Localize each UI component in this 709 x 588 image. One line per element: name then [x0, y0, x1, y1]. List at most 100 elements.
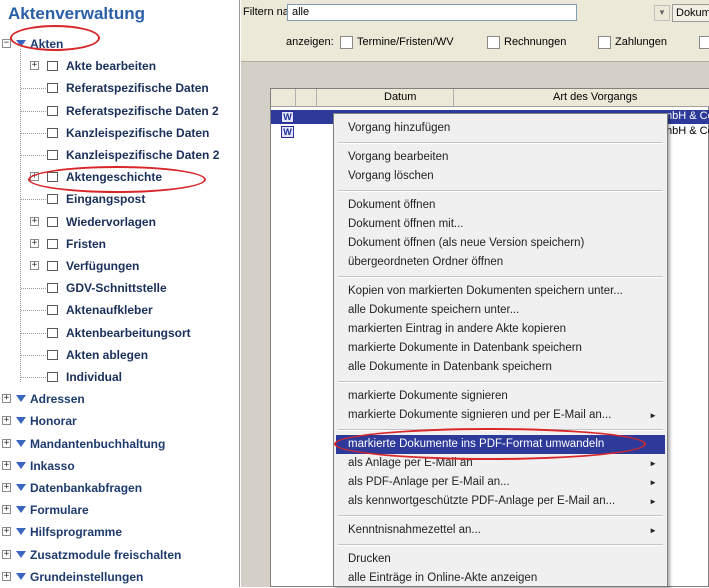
- tree-item-top[interactable]: + Honorar: [0, 410, 239, 432]
- tree-child-item[interactable]: + Akte bearbeiten: [0, 55, 239, 77]
- expand-icon[interactable]: +: [30, 61, 39, 71]
- context-menu-item[interactable]: übergeordneten Ordner öffnen: [336, 253, 665, 272]
- checkbox-rechnungen[interactable]: [487, 36, 500, 49]
- menu-item-label: Dokument öffnen mit...: [348, 218, 464, 230]
- expand-icon[interactable]: +: [30, 172, 39, 182]
- expand-icon[interactable]: +: [2, 394, 11, 404]
- filter-input[interactable]: alle: [287, 4, 577, 21]
- tree-item-top[interactable]: + Formulare: [0, 499, 239, 521]
- tree-child-label: Aktenaufkleber: [66, 303, 153, 318]
- expand-icon[interactable]: +: [2, 483, 11, 492]
- context-menu-item[interactable]: als kennwortgeschützte PDF-Anlage per E-…: [336, 492, 665, 511]
- tree-item-label: Akten: [30, 37, 64, 51]
- context-menu-item[interactable]: Kopien von markierten Dokumenten speiche…: [336, 282, 665, 301]
- context-menu-item[interactable]: markierte Dokumente in Datenbank speiche…: [336, 339, 665, 358]
- checkbox-zahlungen-label[interactable]: Zahlungen: [615, 36, 667, 48]
- tree-item-top[interactable]: + Zusatzmodule freischalten: [0, 544, 239, 566]
- expand-icon[interactable]: +: [2, 527, 11, 537]
- tree-item-label: Datenbankabfragen: [30, 481, 143, 495]
- context-menu-item[interactable]: Dokument öffnen: [336, 196, 665, 215]
- tree-item-label: Honorar: [30, 414, 77, 429]
- page-icon: [47, 349, 58, 360]
- menu-item-label: Vorgang löschen: [348, 170, 434, 182]
- tree-connector: [21, 155, 46, 156]
- checkbox-extra[interactable]: [699, 36, 709, 49]
- menu-item-label: markierte Dokumente in Datenbank speiche…: [348, 342, 582, 354]
- context-menu-item[interactable]: Vorgang löschen: [336, 167, 665, 186]
- tree-child-item[interactable]: + Wiedervorlagen: [0, 211, 239, 233]
- tree-child-label: GDV-Schnittstelle: [66, 281, 167, 296]
- context-menu-item[interactable]: markierte Dokumente ins PDF-Format umwan…: [336, 435, 665, 454]
- column-header-art[interactable]: Art des Vorgangs: [553, 91, 637, 103]
- context-menu-item[interactable]: alle Einträge in Online-Akte anzeigen: [336, 569, 665, 588]
- tree-child-item[interactable]: Referatspezifische Daten 2: [0, 100, 239, 122]
- page-icon: [47, 172, 58, 183]
- tree-child-item[interactable]: Akten ablegen: [0, 344, 239, 366]
- document-type-select[interactable]: Dokum: [672, 4, 709, 22]
- checkbox-rechnungen-label[interactable]: Rechnungen: [504, 36, 566, 48]
- folder-triangle-icon: [16, 40, 26, 47]
- context-menu-item[interactable]: markierten Eintrag in andere Akte kopier…: [336, 320, 665, 339]
- tree-child-item[interactable]: GDV-Schnittstelle: [0, 277, 239, 299]
- tree-child-item[interactable]: Aktenbearbeitungsort: [0, 322, 239, 344]
- menu-item-label: Kenntnisnahmezettel an...: [348, 524, 481, 536]
- menu-separator: [338, 142, 663, 144]
- tree-item-top[interactable]: + Grundeinstellungen: [0, 566, 239, 587]
- expand-icon[interactable]: +: [30, 261, 39, 270]
- context-menu-item[interactable]: Dokument öffnen (als neue Version speich…: [336, 234, 665, 253]
- checkbox-termine-label[interactable]: Termine/Fristen/WV: [357, 36, 454, 48]
- tree-child-item[interactable]: Aktenaufkleber: [0, 299, 239, 321]
- tree-item-top[interactable]: + Adressen: [0, 388, 239, 410]
- context-menu-item[interactable]: Vorgang hinzufügen: [336, 119, 665, 138]
- checkbox-termine[interactable]: [340, 36, 353, 49]
- tree-item-top[interactable]: + Hilfsprogramme: [0, 521, 239, 543]
- tree-child-item[interactable]: Individual: [0, 366, 239, 388]
- tree-item-top[interactable]: + Datenbankabfragen: [0, 477, 239, 499]
- context-menu-item[interactable]: Dokument öffnen mit...: [336, 215, 665, 234]
- collapse-icon[interactable]: −: [2, 39, 11, 48]
- tree-child-item[interactable]: + Aktengeschichte: [0, 166, 239, 188]
- context-menu-item[interactable]: als PDF-Anlage per E-Mail an... ►: [336, 473, 665, 492]
- folder-triangle-icon: [16, 461, 26, 469]
- show-label: anzeigen:: [286, 36, 334, 48]
- expand-icon[interactable]: +: [2, 460, 11, 470]
- tree-connector: [21, 132, 46, 134]
- context-menu-item[interactable]: Kenntnisnahmezettel an... ►: [336, 521, 665, 540]
- expand-icon[interactable]: +: [2, 549, 11, 559]
- tree-child-item[interactable]: Eingangspost: [0, 188, 239, 210]
- tree-child-label: Kanzleispezifische Daten: [66, 125, 210, 140]
- tree-child-item[interactable]: + Fristen: [0, 233, 239, 255]
- expand-icon[interactable]: +: [30, 216, 39, 226]
- context-menu-item[interactable]: alle Dokumente in Datenbank speichern: [336, 358, 665, 377]
- column-header-datum[interactable]: Datum: [384, 91, 416, 103]
- tree-item-akten[interactable]: − Akten: [0, 33, 239, 55]
- tree-item-top[interactable]: + Inkasso: [0, 455, 239, 477]
- page-icon: [47, 261, 58, 271]
- tree-connector: [21, 110, 46, 112]
- submenu-arrow-icon: ►: [649, 526, 657, 535]
- expand-icon[interactable]: +: [2, 416, 11, 426]
- context-menu-item[interactable]: alle Dokumente speichern unter...: [336, 301, 665, 320]
- checkbox-zahlungen[interactable]: [598, 36, 611, 49]
- expand-icon[interactable]: +: [2, 438, 11, 448]
- expand-icon[interactable]: +: [2, 505, 11, 515]
- context-menu-item[interactable]: markierte Dokumente signieren und per E-…: [336, 406, 665, 425]
- tree-item-label: Zusatzmodule freischalten: [30, 547, 182, 562]
- tree-child-item[interactable]: Kanzleispezifische Daten: [0, 122, 239, 144]
- list-header: Datum Art des Vorgangs: [271, 89, 709, 107]
- context-menu-item[interactable]: Vorgang bearbeiten: [336, 148, 665, 167]
- menu-item-label: alle Dokumente speichern unter...: [348, 304, 520, 316]
- context-menu-item[interactable]: Drucken: [336, 550, 665, 569]
- context-menu-item[interactable]: markierte Dokumente signieren: [336, 387, 665, 406]
- expand-icon[interactable]: +: [2, 571, 11, 581]
- submenu-arrow-icon: ►: [649, 478, 657, 487]
- menu-item-label: Kopien von markierten Dokumenten speiche…: [348, 285, 623, 297]
- tree-item-top[interactable]: + Mandantenbuchhaltung: [0, 433, 239, 455]
- tree-child-item[interactable]: Referatspezifische Daten: [0, 77, 239, 99]
- menu-item-label: als PDF-Anlage per E-Mail an...: [348, 476, 510, 488]
- filter-dropdown-button[interactable]: ▼: [654, 5, 670, 21]
- expand-icon[interactable]: +: [30, 238, 39, 248]
- tree-child-item[interactable]: + Verfügungen: [0, 255, 239, 277]
- context-menu-item[interactable]: als Anlage per E-Mail an ►: [336, 454, 665, 473]
- tree-child-item[interactable]: Kanzleispezifische Daten 2: [0, 144, 239, 166]
